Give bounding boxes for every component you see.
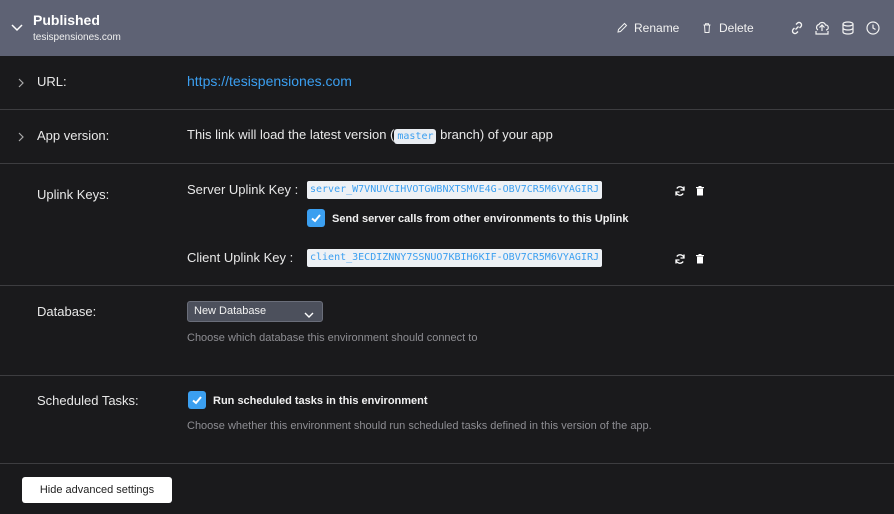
link-icon[interactable] bbox=[789, 20, 805, 36]
delete-client-key-icon[interactable] bbox=[694, 252, 706, 264]
client-uplink-key[interactable]: client_3ECDIZNNY7SSNUO7KBIH6KIF-OBV7CR5M… bbox=[307, 249, 602, 267]
database-hint: Choose which database this environment s… bbox=[187, 332, 478, 344]
server-uplink-key[interactable]: server_W7VNUVCIHVOTGWBNXTSMVE4G-OBV7CR5M… bbox=[307, 181, 602, 199]
url-row: URL: https://tesispensiones.com bbox=[0, 56, 894, 110]
url-label: URL: bbox=[37, 74, 67, 89]
app-url-link[interactable]: https://tesispensiones.com bbox=[187, 73, 352, 89]
delete-server-key-icon[interactable] bbox=[694, 184, 706, 196]
version-text-after: branch) of your app bbox=[436, 127, 553, 142]
scheduled-tasks-row: Scheduled Tasks: Run scheduled tasks in … bbox=[0, 376, 894, 464]
rename-label: Rename bbox=[634, 21, 680, 35]
trash-icon bbox=[701, 22, 713, 34]
database-select[interactable]: New Database bbox=[187, 301, 323, 322]
delete-button[interactable]: Delete bbox=[701, 19, 754, 37]
scheduled-tasks-hint: Choose whether this environment should r… bbox=[187, 420, 652, 432]
database-icon[interactable] bbox=[840, 20, 856, 36]
rename-button[interactable]: Rename bbox=[616, 19, 679, 37]
send-server-calls-label: Send server calls from other environment… bbox=[332, 213, 629, 225]
expand-chevron-icon[interactable] bbox=[16, 76, 26, 88]
cloud-upload-icon[interactable] bbox=[814, 20, 830, 36]
environment-header: Published tesispensiones.com Rename Dele… bbox=[0, 0, 894, 56]
collapse-chevron-icon[interactable] bbox=[10, 20, 24, 34]
environment-title: Published bbox=[33, 12, 100, 28]
delete-label: Delete bbox=[719, 21, 754, 35]
pencil-icon bbox=[616, 22, 628, 34]
client-key-label: Client Uplink Key : bbox=[187, 250, 294, 265]
expand-chevron-icon[interactable] bbox=[16, 130, 26, 142]
uplink-keys-row: Uplink Keys: Server Uplink Key : server_… bbox=[0, 164, 894, 286]
database-label: Database: bbox=[37, 304, 97, 319]
scheduled-tasks-label: Scheduled Tasks: bbox=[37, 393, 139, 408]
branch-badge: master bbox=[394, 129, 437, 144]
uplink-keys-label: Uplink Keys: bbox=[37, 187, 110, 202]
regenerate-server-key-icon[interactable] bbox=[674, 184, 686, 196]
hide-advanced-settings-button[interactable]: Hide advanced settings bbox=[22, 477, 172, 503]
chevron-down-icon bbox=[304, 307, 314, 318]
server-key-label: Server Uplink Key : bbox=[187, 182, 299, 197]
clock-icon[interactable] bbox=[865, 20, 881, 36]
app-version-row: App version: This link will load the lat… bbox=[0, 110, 894, 164]
app-version-text: This link will load the latest version (… bbox=[187, 127, 553, 144]
database-selected-value: New Database bbox=[194, 305, 267, 317]
run-scheduled-tasks-label: Run scheduled tasks in this environment bbox=[213, 395, 428, 407]
database-row: Database: bbox=[0, 286, 894, 376]
app-version-label: App version: bbox=[37, 128, 110, 143]
version-text-before: This link will load the latest version ( bbox=[187, 127, 395, 142]
regenerate-client-key-icon[interactable] bbox=[674, 252, 686, 264]
run-scheduled-tasks-checkbox[interactable] bbox=[188, 391, 206, 409]
send-server-calls-checkbox[interactable] bbox=[307, 209, 325, 227]
environment-domain: tesispensiones.com bbox=[33, 32, 121, 43]
